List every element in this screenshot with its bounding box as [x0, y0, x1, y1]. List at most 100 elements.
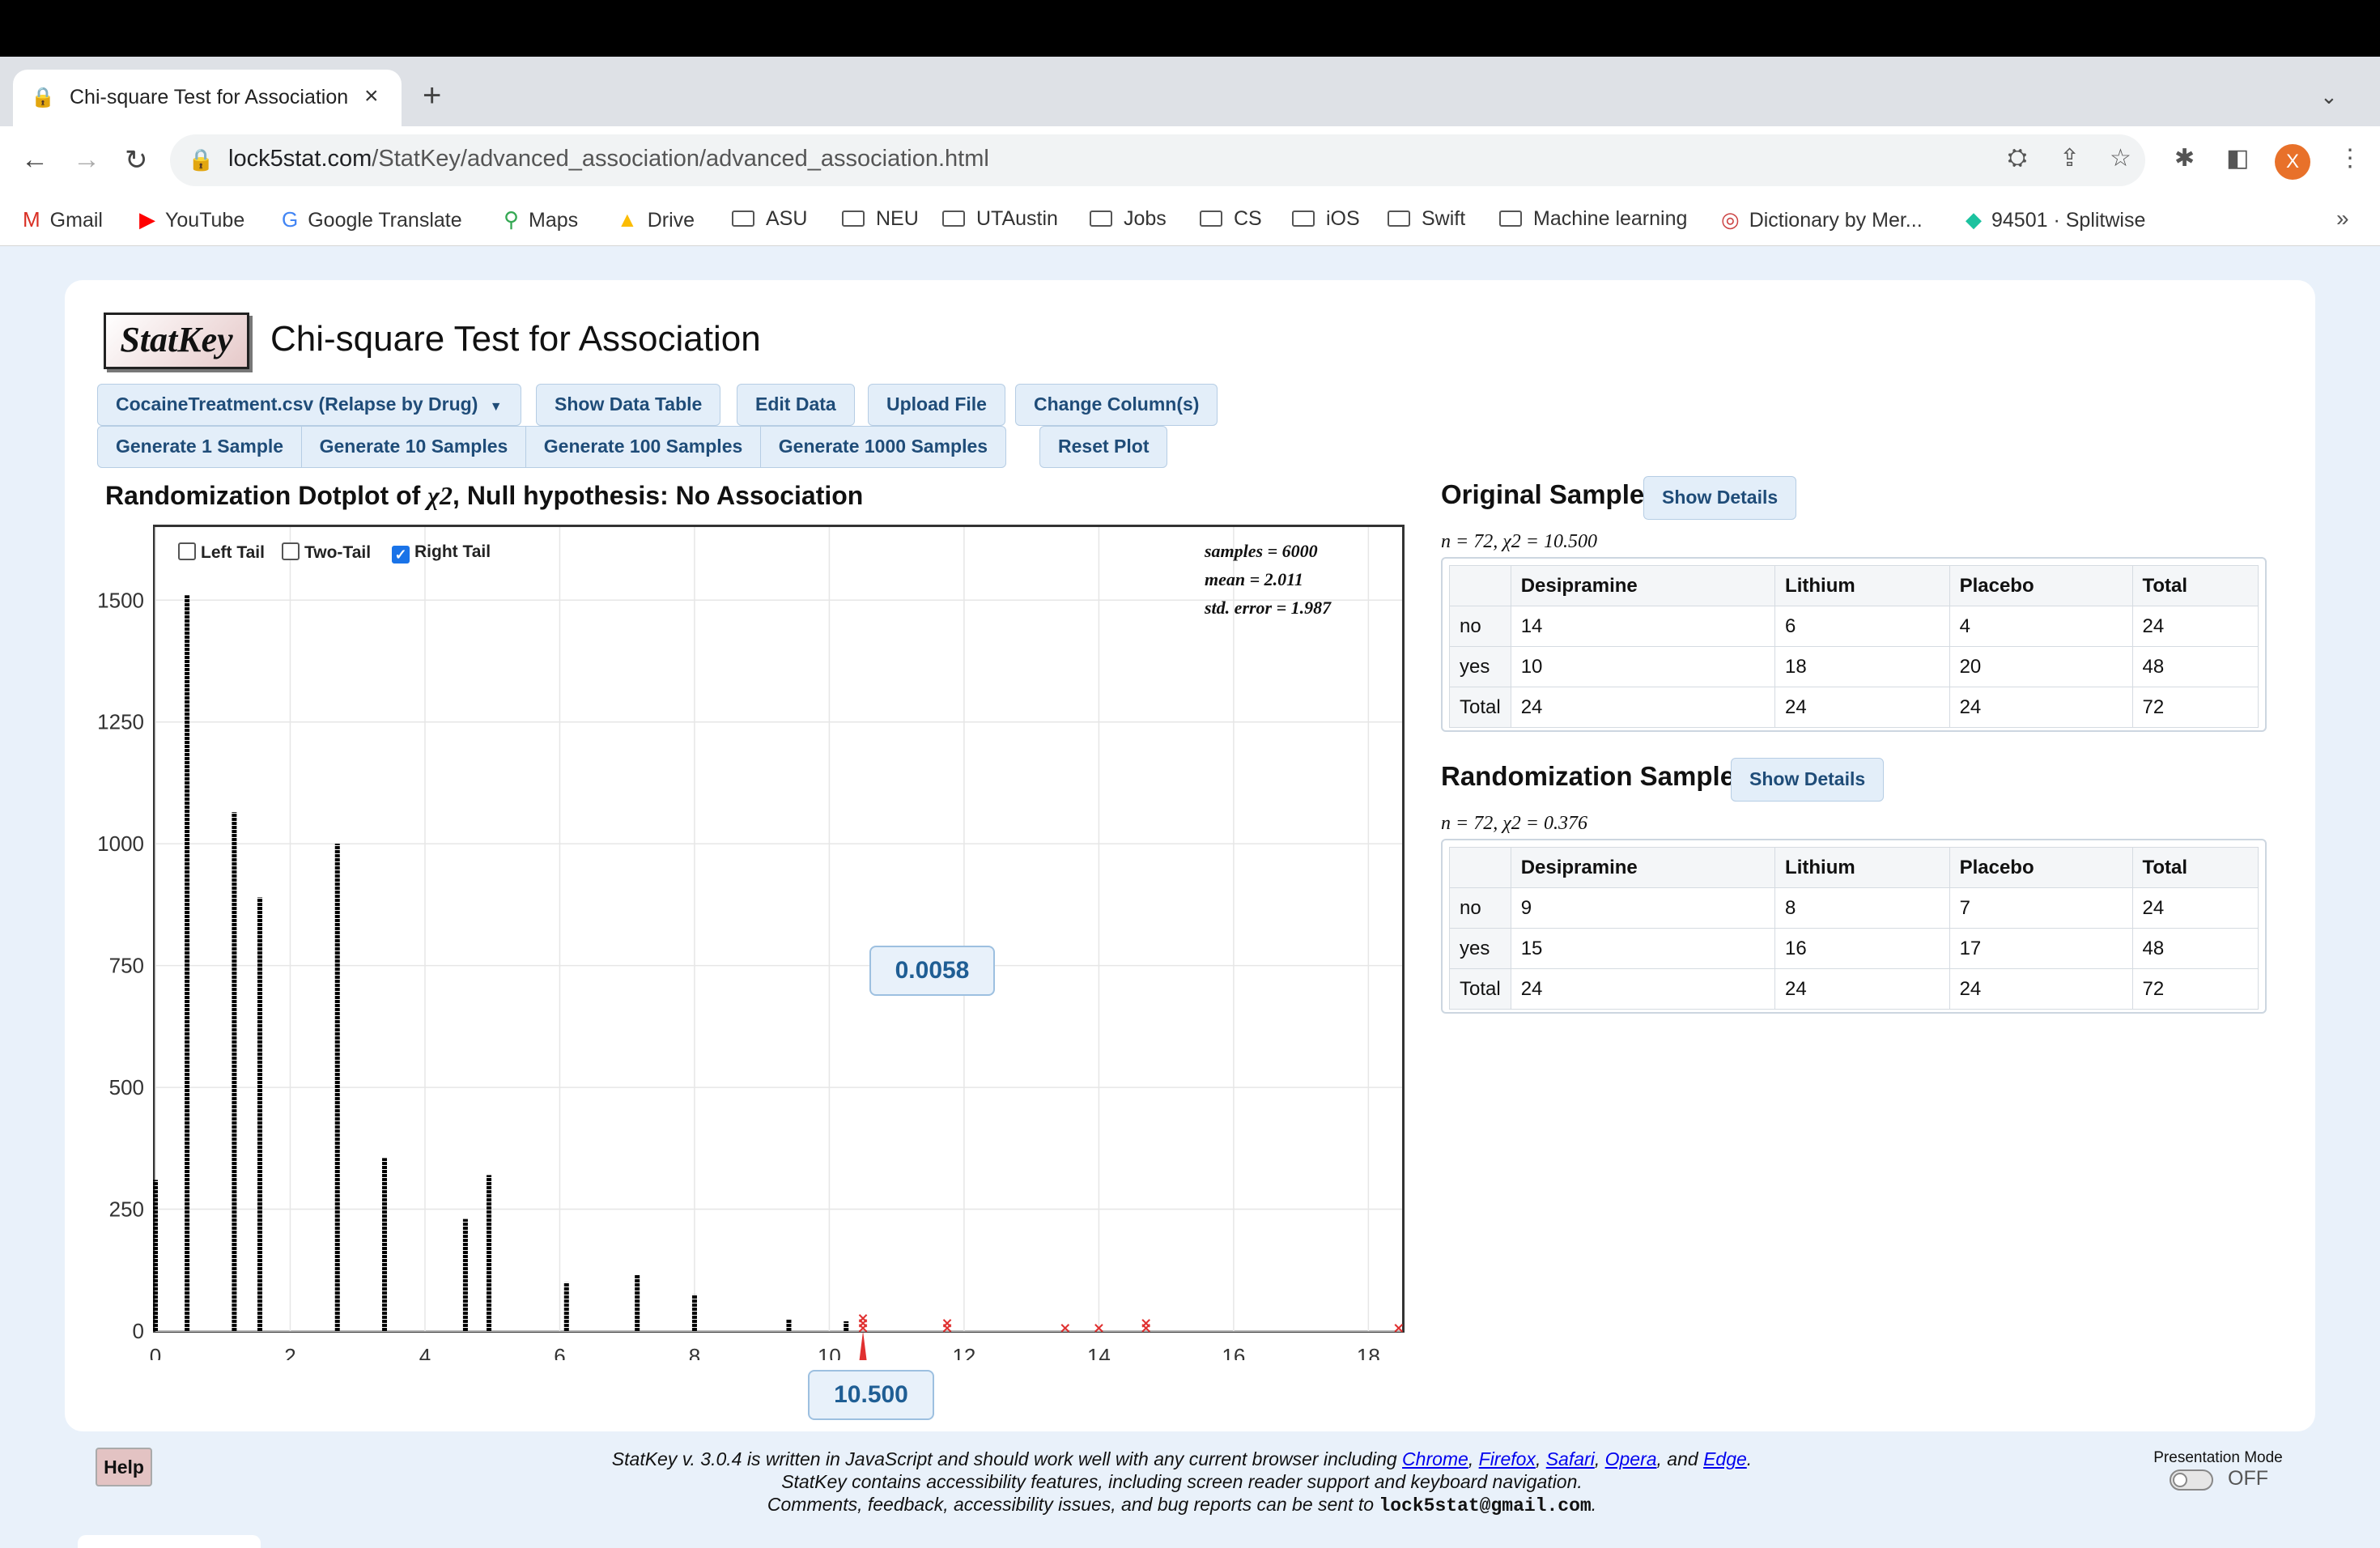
original-sample-heading: Original Sample [1441, 479, 1645, 509]
browser-menu-icon[interactable]: ⋮ [2338, 144, 2362, 172]
stat-mean: mean = 2.011 [1205, 569, 1303, 589]
show-data-table-button[interactable]: Show Data Table [536, 384, 721, 426]
p-value-box[interactable]: 0.0058 [869, 946, 995, 996]
side-panel-icon[interactable]: ◧ [2226, 144, 2249, 172]
tab-close-icon[interactable]: × [364, 83, 379, 110]
column-header: Total [2131, 565, 2259, 606]
lock-favicon-icon: 🔒 [31, 87, 55, 108]
y-tick-label: 1500 [97, 588, 144, 612]
edge-link[interactable]: Edge [1703, 1448, 1747, 1469]
table-cell: 15 [1510, 928, 1776, 969]
table-row: no 14 6 4 24 [1449, 606, 2259, 647]
observed-statistic-box[interactable]: 10.500 [808, 1370, 934, 1420]
dotplot-chart: 0 250 500 750 1000 1250 1500 0 2 4 6 8 10 12 14 16 18 × × ×… [97, 527, 1405, 1360]
row-label: no [1449, 887, 1511, 929]
folder-icon [1292, 211, 1315, 227]
bookmark-youtube[interactable]: ▶ YouTube [139, 207, 244, 232]
table-cell: 48 [2131, 928, 2259, 969]
presentation-mode-label: Presentation Mode [2153, 1449, 2283, 1466]
x-tick-label: 18 [1357, 1344, 1380, 1360]
footer-line-3: Comments, feedback, accessibility issues… [767, 1494, 1597, 1516]
url-text[interactable]: lock5stat.com/StatKey/advanced_associati… [228, 146, 989, 172]
randomization-sample-heading: Randomization Sample [1441, 761, 1736, 791]
generate-samples-group: Generate 1 Sample Generate 10 Samples Ge… [97, 426, 1007, 468]
dataset-label: CocaineTreatment.csv (Relapse by Drug) [116, 393, 478, 415]
edit-data-button[interactable]: Edit Data [737, 384, 855, 426]
change-columns-button[interactable]: Change Column(s) [1015, 384, 1218, 426]
right-tail-checkbox[interactable]: ✓ Right Tail [392, 542, 491, 563]
y-tick-label: 250 [109, 1197, 144, 1222]
dataset-dropdown[interactable]: CocaineTreatment.csv (Relapse by Drug) ▼ [97, 384, 521, 426]
opera-link[interactable]: Opera [1605, 1448, 1657, 1469]
new-tab-button[interactable]: + [423, 78, 441, 114]
browser-tab[interactable]: 🔒 Chi-square Test for Association × [13, 70, 402, 126]
folder-icon [1388, 211, 1410, 227]
table-row: Total 24 24 24 72 [1449, 687, 2259, 728]
bookmark-folder-utaustin[interactable]: UTAustin [942, 207, 1058, 231]
map-pin-icon: ⚲ [504, 207, 520, 232]
bookmark-folder-ios[interactable]: iOS [1292, 207, 1360, 231]
reload-icon[interactable]: ↻ [125, 144, 148, 176]
generate-1-sample-button[interactable]: Generate 1 Sample [97, 426, 303, 468]
left-tail-checkbox[interactable]: Left Tail [178, 542, 265, 563]
bookmark-drive[interactable]: ▲ Drive [617, 207, 695, 232]
profile-avatar[interactable]: X [2275, 144, 2310, 180]
bookmark-folder-cs[interactable]: CS [1200, 207, 1262, 231]
table-row: Total 24 24 24 72 [1449, 968, 2259, 1010]
contact-email[interactable]: lock5stat@gmail.com [1379, 1495, 1591, 1516]
randomization-contingency-table: Desipramine Lithium Placebo Total no 9 8 7 24 yes… [1449, 847, 2259, 1010]
x-tick-label: 0 [150, 1344, 161, 1360]
bookmark-folder-asu[interactable]: ASU [732, 207, 807, 231]
presentation-mode-state: OFF [2228, 1467, 2268, 1490]
secure-lock-icon[interactable]: 🔒 [188, 147, 214, 172]
presentation-mode-toggle[interactable] [2170, 1469, 2213, 1491]
translate-icon[interactable]: ⛭ [2008, 144, 2027, 172]
generate-10-samples-button[interactable]: Generate 10 Samples [300, 426, 527, 468]
bookmark-splitwise[interactable]: ◆ 94501 · Splitwise [1966, 207, 2145, 232]
tail-dot: × [1093, 1320, 1105, 1337]
generate-100-samples-button[interactable]: Generate 100 Samples [525, 426, 762, 468]
firefox-link[interactable]: Firefox [1479, 1448, 1536, 1469]
back-icon[interactable]: ← [21, 144, 49, 176]
more-bookmarks-icon[interactable]: » [2336, 206, 2349, 232]
row-label: no [1449, 606, 1511, 647]
column-header [1449, 565, 1511, 606]
two-tail-checkbox[interactable]: Two-Tail [282, 542, 371, 563]
table-row: no 9 8 7 24 [1449, 887, 2259, 929]
bookmark-folder-jobs[interactable]: Jobs [1090, 207, 1167, 231]
table-cell: 24 [1510, 687, 1776, 728]
bookmark-folder-neu[interactable]: NEU [842, 207, 919, 231]
bookmark-maps[interactable]: ⚲ Maps [504, 207, 578, 232]
original-sample-meta: n = 72, χ2 = 10.500 [1441, 531, 1597, 552]
dictionary-icon: ◎ [1721, 207, 1740, 232]
bookmarks-bar: M Gmail ▶ YouTube G Google Translate ⚲ Maps … [0, 194, 2380, 246]
bookmark-folder-machine-learning[interactable]: Machine learning [1499, 207, 1687, 231]
generate-1000-samples-button[interactable]: Generate 1000 Samples [759, 426, 1007, 468]
share-icon[interactable]: ⇪ [2059, 144, 2080, 172]
help-button[interactable]: Help [96, 1448, 152, 1486]
table-cell: 24 [1774, 687, 1950, 728]
forward-icon[interactable]: → [73, 144, 100, 176]
extensions-puzzle-icon[interactable]: ✱ [2174, 144, 2195, 172]
original-table-wrapper: Desipramine Lithium Placebo Total no 14 6 4 24 ye… [1441, 557, 2267, 732]
bookmark-folder-swift[interactable]: Swift [1388, 207, 1465, 231]
url-host: lock5stat.com [228, 146, 372, 172]
bookmark-star-icon[interactable]: ☆ [2110, 144, 2131, 172]
tab-search-chevron-icon[interactable]: ⌄ [2320, 84, 2338, 109]
table-cell: 20 [1949, 646, 2133, 687]
upload-file-button[interactable]: Upload File [868, 384, 1005, 426]
row-label: yes [1449, 646, 1511, 687]
bookmark-gmail[interactable]: M Gmail [23, 207, 103, 232]
footer-text: StatKey v. 3.0.4 is written in JavaScrip… [453, 1448, 1910, 1517]
checkbox-box [178, 542, 196, 560]
bookmark-google-translate[interactable]: G Google Translate [282, 207, 462, 232]
original-show-details-button[interactable]: Show Details [1643, 476, 1797, 520]
statkey-logo[interactable]: StatKey [104, 313, 249, 369]
bookmark-dictionary[interactable]: ◎ Dictionary by Mer... [1721, 207, 1923, 232]
table-cell: 24 [1949, 687, 2133, 728]
chrome-link[interactable]: Chrome [1402, 1448, 1468, 1469]
reset-plot-button[interactable]: Reset Plot [1039, 426, 1168, 468]
safari-link[interactable]: Safari [1546, 1448, 1595, 1469]
randomization-show-details-button[interactable]: Show Details [1731, 758, 1885, 802]
url-path: /StatKey/advanced_association/advanced_a… [372, 146, 989, 172]
